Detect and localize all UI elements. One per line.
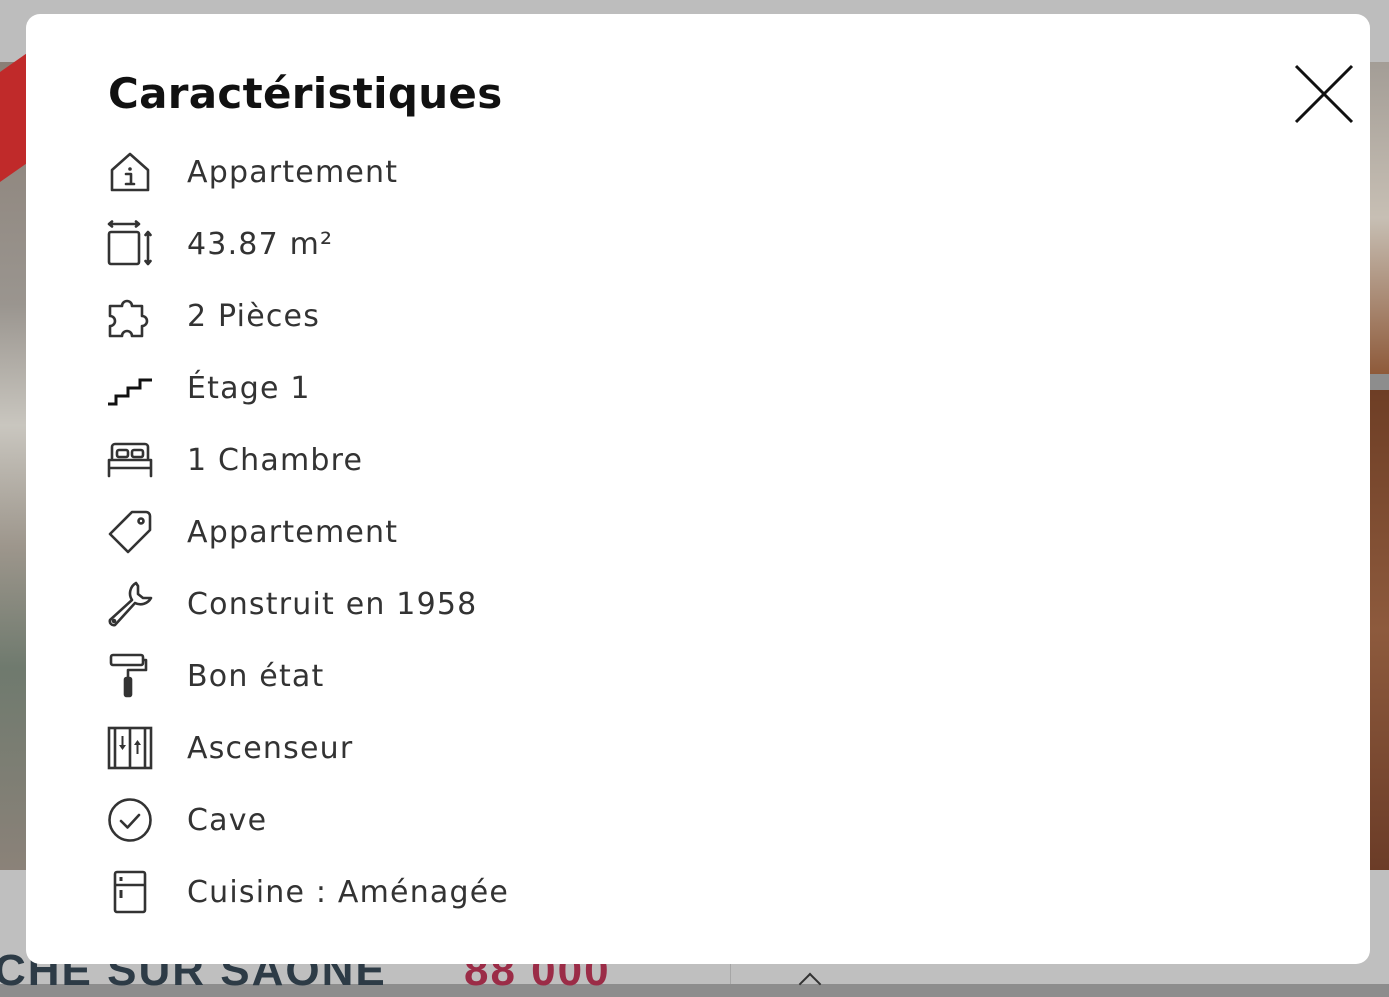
- home-info-icon: [106, 148, 154, 196]
- modal-title: Caractéristiques: [108, 69, 503, 118]
- feature-label: Appartement: [187, 154, 399, 190]
- check-circle-icon: [106, 796, 154, 844]
- close-button[interactable]: [1294, 64, 1354, 124]
- features-modal: Caractéristiques Appartement 43.87 m² 2 …: [26, 14, 1370, 964]
- feature-label: Cuisine : Aménagée: [187, 874, 510, 910]
- feature-property-type: Appartement: [106, 136, 509, 208]
- feature-label: 2 Pièces: [187, 298, 321, 334]
- stairs-icon: [106, 364, 154, 412]
- feature-label: 1 Chambre: [187, 442, 364, 478]
- feature-label: Bon état: [187, 658, 325, 694]
- feature-bedrooms: 1 Chambre: [106, 424, 509, 496]
- paint-roller-icon: [106, 652, 154, 700]
- bed-icon: [106, 436, 154, 484]
- surface-area-icon: [106, 220, 154, 268]
- feature-label: Étage 1: [187, 370, 311, 406]
- feature-rooms: 2 Pièces: [106, 280, 509, 352]
- feature-label: Construit en 1958: [187, 586, 478, 622]
- tag-icon: [106, 508, 154, 556]
- feature-cellar: Cave: [106, 784, 509, 856]
- feature-floor: Étage 1: [106, 352, 509, 424]
- features-list: Appartement 43.87 m² 2 Pièces Étage 1 1 …: [106, 136, 509, 928]
- close-icon: [1294, 64, 1354, 124]
- feature-label: 43.87 m²: [187, 226, 334, 262]
- feature-label: Appartement: [187, 514, 399, 550]
- background-divider: [730, 964, 731, 984]
- feature-label: Cave: [187, 802, 268, 838]
- elevator-icon: [106, 724, 154, 772]
- wrench-icon: [106, 580, 154, 628]
- feature-category: Appartement: [106, 496, 509, 568]
- feature-label: Ascenseur: [187, 730, 354, 766]
- feature-elevator: Ascenseur: [106, 712, 509, 784]
- feature-kitchen: Cuisine : Aménagée: [106, 856, 509, 928]
- feature-construction-year: Construit en 1958: [106, 568, 509, 640]
- fridge-icon: [106, 868, 154, 916]
- puzzle-icon: [106, 292, 154, 340]
- feature-surface: 43.87 m²: [106, 208, 509, 280]
- feature-condition: Bon état: [106, 640, 509, 712]
